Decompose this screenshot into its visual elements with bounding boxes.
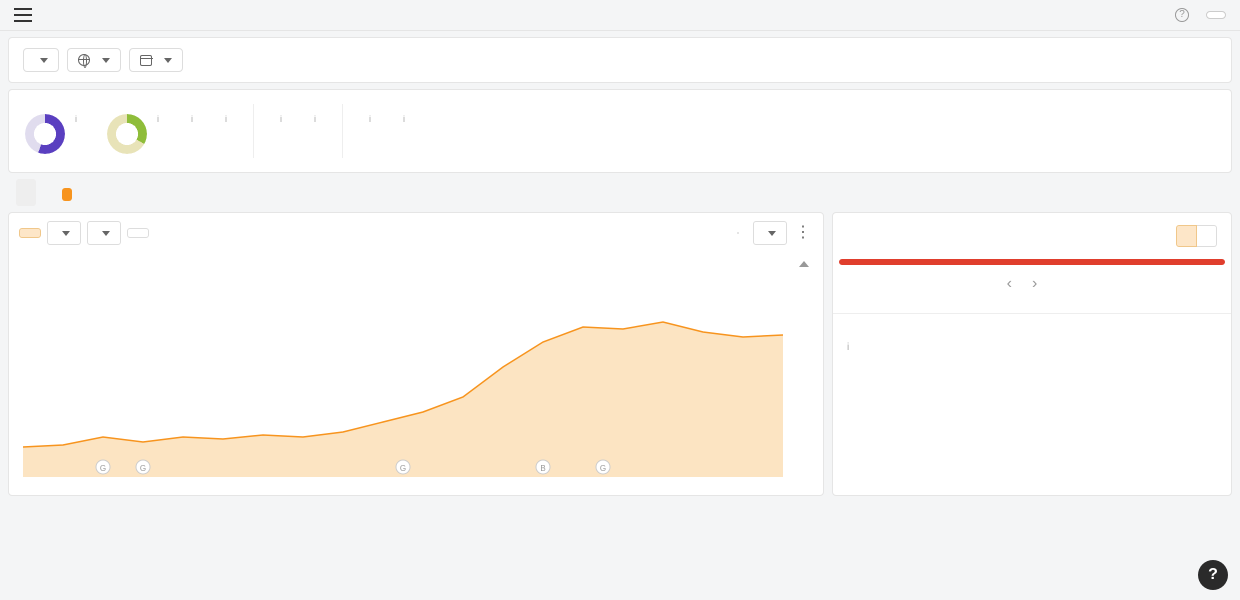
backlinks-metric: i: [189, 114, 193, 154]
paid-traffic-metric: i: [401, 114, 405, 134]
changes-dropdown[interactable]: [129, 48, 183, 72]
tab-backlink-profile[interactable]: [56, 179, 74, 206]
daily-dropdown[interactable]: [753, 221, 787, 245]
section-tabs: [0, 179, 1240, 206]
chevron-down-icon: [102, 231, 110, 236]
tab-general[interactable]: [16, 179, 36, 206]
dr-metric: i: [25, 114, 77, 154]
followed-label: i: [847, 342, 849, 358]
paid-pill[interactable]: [1197, 225, 1217, 247]
x-axis-labels: [9, 487, 823, 495]
chevron-up-icon[interactable]: [799, 261, 809, 267]
backlink-profile-section: i i i i: [25, 104, 254, 158]
competitors-dropdown[interactable]: [47, 221, 81, 245]
help-bubble-icon[interactable]: ?: [1198, 560, 1228, 590]
api-button[interactable]: [1206, 11, 1226, 19]
chevron-down-icon: [102, 58, 110, 63]
paid-keywords-metric: i: [367, 114, 371, 134]
filter-toolbar: [8, 37, 1232, 83]
organic-traffic-chart: G G G B G: [9, 287, 823, 487]
organic-keywords-metric: i: [278, 114, 282, 134]
countries-dropdown[interactable]: [67, 48, 121, 72]
organic-traffic-metric: i: [312, 114, 316, 134]
svg-text:G: G: [600, 464, 606, 473]
chevron-down-icon: [40, 58, 48, 63]
organic-search-section: i i: [278, 104, 343, 158]
next-arrow-icon[interactable]: ›: [1032, 275, 1037, 293]
countries-panel-dropdown[interactable]: [87, 221, 121, 245]
chevron-down-icon: [164, 58, 172, 63]
ref-domains-metric: i: [223, 114, 227, 154]
globe-icon: [78, 54, 90, 66]
svg-text:G: G: [400, 464, 406, 473]
hamburger-icon[interactable]: [14, 8, 32, 22]
stats-bar: i i i i: [8, 89, 1232, 173]
paid-search-section: i i: [367, 104, 431, 158]
calendar-icon: [140, 55, 152, 66]
volume-dropdown[interactable]: [23, 48, 59, 72]
performance-panel: ⋮ G G G B G: [8, 212, 824, 496]
ur-metric: i: [107, 114, 159, 154]
svg-text:G: G: [140, 464, 146, 473]
help-icon: ?: [1175, 8, 1189, 22]
svg-text:G: G: [100, 464, 106, 473]
new-badge: [62, 188, 72, 201]
tab-organic-search[interactable]: [94, 179, 98, 206]
time-range-group: [737, 232, 739, 234]
traffic-by-country-panel: ‹ › i: [832, 212, 1232, 496]
dr-donut-icon: [25, 114, 65, 154]
prev-arrow-icon[interactable]: ‹: [1007, 275, 1012, 293]
organic-pill[interactable]: [1176, 225, 1197, 247]
kebab-menu-icon[interactable]: ⋮: [793, 228, 813, 238]
svg-text:B: B: [540, 464, 545, 473]
chevron-down-icon: [768, 231, 776, 236]
panel-title: [833, 328, 1231, 338]
years-button[interactable]: [127, 228, 149, 238]
area-chart-svg: G G G B G: [23, 287, 783, 477]
ur-donut-icon: [107, 114, 147, 154]
chevron-down-icon: [62, 231, 70, 236]
metric-checkboxes: [9, 275, 823, 287]
metrics-button[interactable]: [19, 228, 41, 238]
how-to-use-link[interactable]: ?: [1175, 8, 1194, 22]
referring-domains-panel: i: [833, 313, 1231, 362]
